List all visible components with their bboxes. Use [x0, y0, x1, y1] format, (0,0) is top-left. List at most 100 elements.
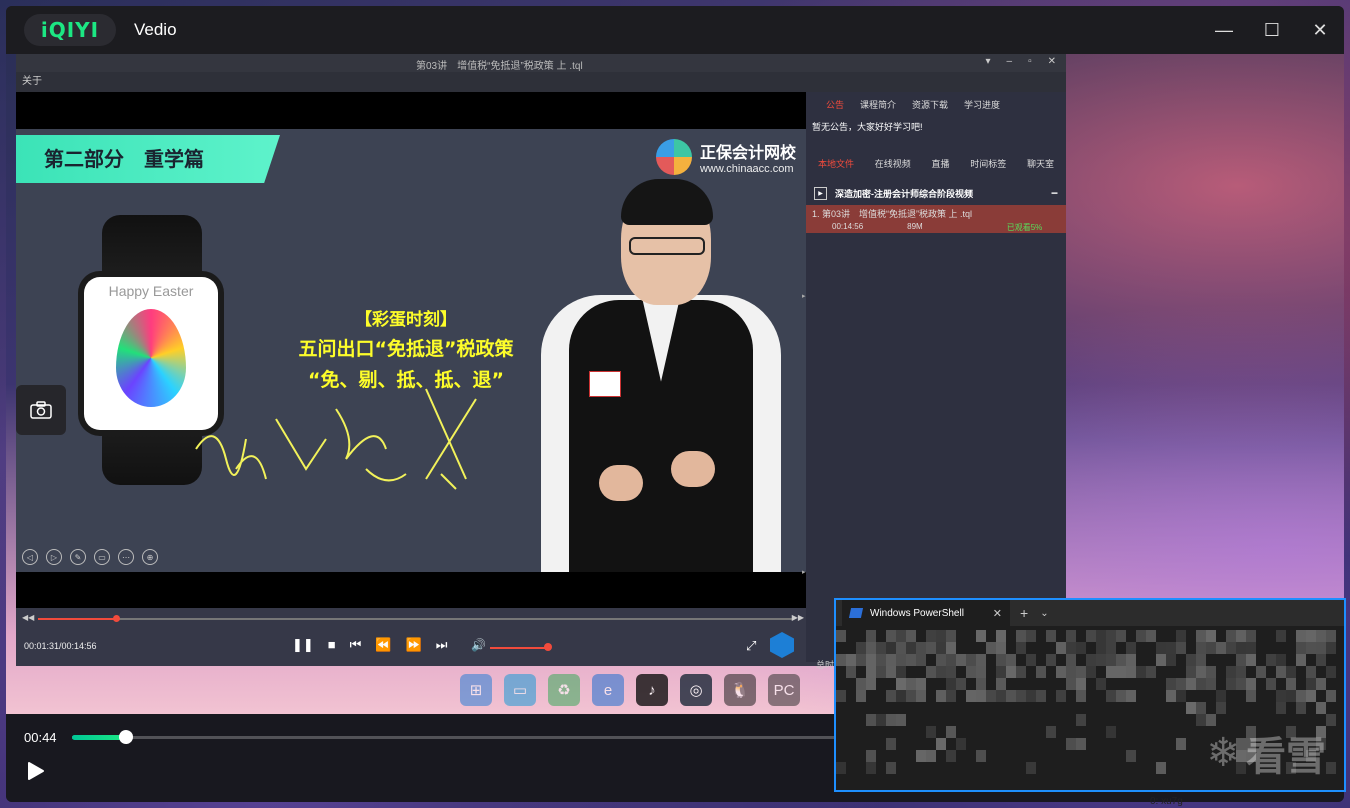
player-progress-knob[interactable] — [113, 615, 120, 622]
pixel-block — [1246, 630, 1256, 642]
pixel-block — [1116, 630, 1126, 642]
next-icon[interactable]: ⏭ — [436, 637, 448, 653]
stop-icon[interactable]: ■ — [328, 637, 336, 653]
tab-file-2[interactable]: 直播 — [931, 157, 949, 175]
powershell-window[interactable]: Windows PowerShell ✕ + ⌄ ❄ 看雪 — [834, 598, 1346, 792]
pixel-block — [1096, 642, 1106, 654]
pixel-block — [946, 690, 956, 702]
recycle-icon: ♻ — [548, 674, 580, 706]
pixel-block — [1186, 702, 1196, 714]
brand-url: www.chinaacc.com — [699, 163, 794, 175]
volume-icon[interactable]: 🔊 — [471, 638, 486, 652]
tab-top-2[interactable]: 资源下载 — [912, 98, 948, 114]
pause-icon[interactable]: ❚❚ — [292, 637, 314, 653]
tab-file-4[interactable]: 聊天室 — [1027, 157, 1054, 175]
pixel-block — [1236, 666, 1246, 678]
pixel-block — [846, 666, 856, 678]
pixel-block — [1186, 666, 1196, 678]
forward-icon[interactable]: ▶▶ — [792, 613, 804, 622]
splitter-arrow-icon-2[interactable]: ▸ — [802, 568, 806, 576]
pixel-block — [1106, 654, 1116, 666]
fast-forward-icon[interactable]: ⏩ — [406, 637, 422, 653]
pixel-block — [886, 654, 896, 666]
pixel-block — [926, 666, 936, 678]
window-title: Vedio — [134, 20, 177, 39]
pixel-block — [1226, 666, 1236, 678]
play-icon[interactable] — [24, 760, 46, 782]
pixel-block — [876, 714, 886, 726]
pixel-block — [1056, 690, 1066, 702]
pixel-block — [1176, 678, 1186, 690]
rewind-step-icon[interactable]: ⏪ — [375, 637, 391, 653]
powershell-tab-title: Windows PowerShell — [870, 607, 964, 619]
pixel-block — [1126, 666, 1136, 678]
tab-file-1[interactable]: 在线视频 — [875, 157, 911, 175]
close-button[interactable]: ✕ — [1296, 6, 1344, 54]
powershell-pixelated-content[interactable]: ❄ 看雪 — [836, 626, 1344, 790]
pixel-block — [896, 714, 906, 726]
player-progress-bar[interactable]: ◀◀ ▶▶ — [16, 612, 806, 626]
more-icon[interactable]: ⋯ — [118, 549, 134, 565]
pixel-block — [886, 642, 896, 654]
powershell-tab[interactable]: Windows PowerShell ✕ — [842, 600, 1010, 626]
tab-dropdown-icon[interactable]: ⌄ — [1040, 608, 1048, 619]
pen-icon[interactable]: ✎ — [70, 549, 86, 565]
tab-file-0[interactable]: 本地文件 — [818, 157, 854, 175]
collapse-icon[interactable]: − — [1051, 186, 1058, 200]
eraser-icon[interactable]: ▭ — [94, 549, 110, 565]
pixel-block — [996, 654, 1006, 666]
prev-page-icon[interactable]: ◁ — [22, 549, 38, 565]
player-maximize-icon[interactable]: ▫ — [1028, 56, 1032, 67]
player-close-icon[interactable]: ✕ — [1048, 56, 1056, 67]
player-minimize-icon[interactable]: – — [1007, 56, 1013, 67]
rewind-icon[interactable]: ◀◀ — [22, 613, 34, 622]
pixel-block — [1236, 678, 1246, 690]
pixel-block — [1206, 630, 1216, 642]
pixel-block — [836, 630, 846, 642]
fullscreen-icon[interactable]: ⤢ — [746, 638, 756, 654]
menu-about[interactable]: 关于 — [22, 76, 42, 87]
tab-top-3[interactable]: 学习进度 — [964, 98, 1000, 114]
tab-close-icon[interactable]: ✕ — [993, 607, 1002, 620]
next-page-icon[interactable]: ▷ — [46, 549, 62, 565]
iqiyi-titlebar: iQIYI Vedio — ☐ ✕ — [6, 6, 1344, 54]
steam-icon: ◎ — [680, 674, 712, 706]
tab-file-3[interactable]: 时间标签 — [970, 157, 1006, 175]
new-tab-button[interactable]: + — [1020, 605, 1028, 621]
pixel-block — [1166, 654, 1176, 666]
pixel-block — [846, 654, 856, 666]
pixel-block — [1176, 642, 1186, 654]
maximize-button[interactable]: ☐ — [1248, 6, 1296, 54]
course-section-header[interactable]: ▶ 深造加密-注册会计师综合阶段视频 − — [806, 185, 1066, 201]
pixel-block — [1106, 642, 1116, 654]
lesson-item[interactable]: 1. 第03讲 增值税“免抵退”税政策 上 .tql 00:14:56 89M … — [806, 205, 1066, 233]
iqiyi-progress-fill — [72, 735, 126, 740]
lecture-video[interactable]: 第二部分 重学篇 正保会计网校 www.chinaacc.com Happy E… — [16, 92, 806, 608]
pixel-block — [1026, 762, 1036, 774]
pixel-block — [1106, 726, 1116, 738]
pixel-block — [916, 654, 926, 666]
minimize-button[interactable]: — — [1200, 6, 1248, 54]
screenshot-button[interactable] — [16, 385, 66, 435]
previous-icon[interactable]: ⏮ — [350, 637, 362, 653]
pixel-block — [996, 678, 1006, 690]
heading-line-2: 五问出口“免抵退”税政策 — [298, 338, 514, 360]
qq-icon: 🐧 — [724, 674, 756, 706]
tab-top-1[interactable]: 课程简介 — [860, 98, 896, 114]
pin-icon[interactable]: ▾ — [985, 56, 990, 67]
splitter-arrow-icon[interactable]: ▸ — [802, 292, 806, 300]
iqiyi-logo[interactable]: iQIYI — [24, 14, 116, 46]
volume-slider[interactable] — [490, 647, 548, 649]
pixel-block — [1096, 654, 1106, 666]
pixel-block — [1206, 666, 1216, 678]
pixel-block — [946, 654, 956, 666]
iqiyi-progress-knob[interactable] — [119, 730, 133, 744]
tab-top-0[interactable]: 公告 — [826, 98, 844, 114]
lecturer — [521, 175, 801, 572]
pixel-block — [1216, 642, 1226, 654]
pixel-block — [866, 714, 876, 726]
pixel-block — [986, 642, 996, 654]
zoom-icon[interactable]: ⊕ — [142, 549, 158, 565]
volume-knob[interactable] — [544, 643, 552, 651]
pixel-block — [886, 630, 896, 642]
